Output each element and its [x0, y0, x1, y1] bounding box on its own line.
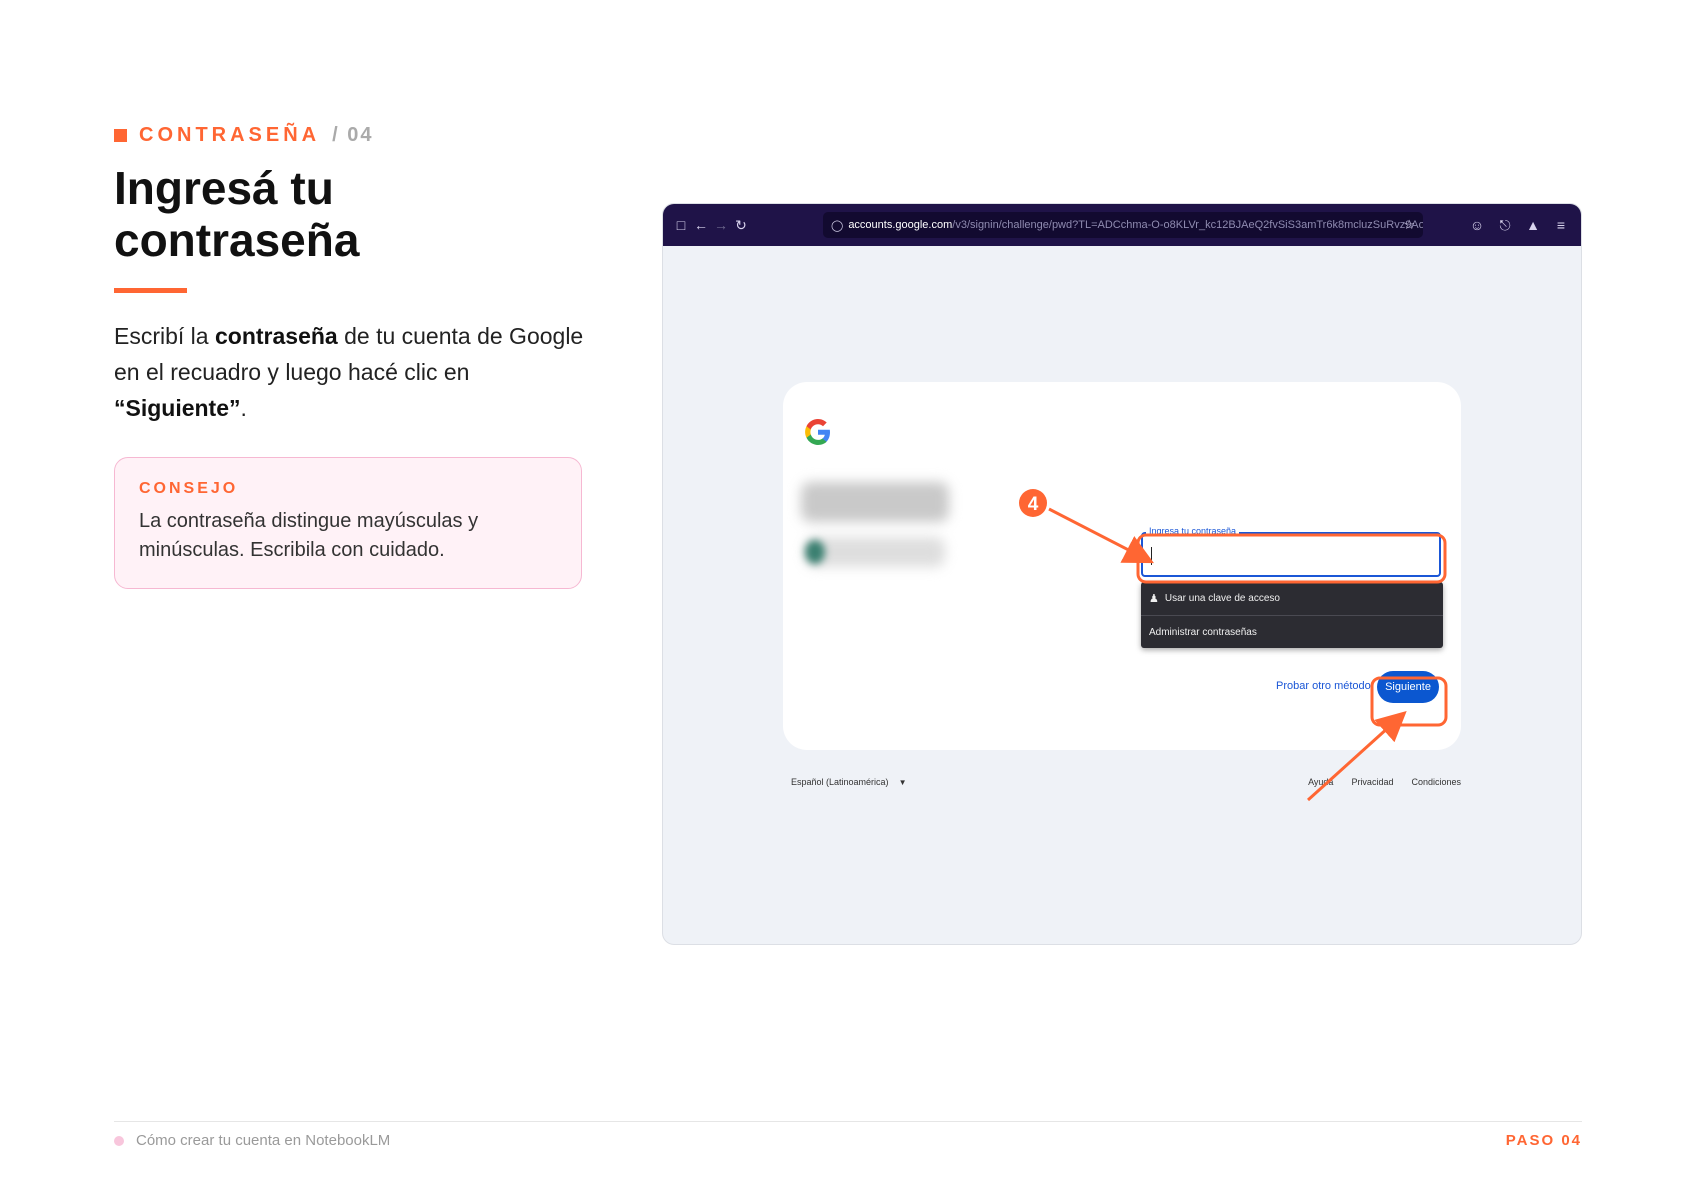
try-another-method-link[interactable]: Probar otro método	[1276, 680, 1371, 692]
browser-toolbar: □ ← → ↻ ◯ accounts.google.com /v3/signin…	[663, 204, 1581, 246]
account-icon[interactable]: ☺	[1467, 217, 1487, 233]
menu-icon[interactable]: ≡	[1551, 217, 1571, 233]
footer-divider	[114, 1121, 1582, 1122]
desc-text-3: .	[240, 395, 247, 421]
title-underline	[114, 288, 187, 293]
tip-label: CONSEJO	[139, 480, 239, 497]
dropdown-item-manage-passwords[interactable]: Administrar contraseñas	[1141, 615, 1443, 648]
dropdown-item-label: Administrar contraseñas	[1149, 626, 1257, 638]
desc-text-1: Escribí la	[114, 323, 215, 349]
footer-links: Ayuda Privacidad Condiciones	[1308, 777, 1461, 787]
privacy-link[interactable]: Privacidad	[1351, 777, 1393, 787]
eyebrow-square-icon	[114, 129, 127, 142]
footer-step-label: PASO 04	[1505, 1132, 1582, 1149]
tip-text: La contraseña distingue mayúsculas y min…	[139, 510, 479, 561]
address-bar[interactable]: ◯ accounts.google.com /v3/signin/challen…	[823, 212, 1423, 238]
dropdown-item-passkey[interactable]: ♟ Usar una clave de acceso	[1141, 582, 1443, 615]
footer-guide: Cómo crear tu cuenta en NotebookLM	[114, 1132, 390, 1149]
toolbar-right-icons: ☺ ⎋ ▲ ≡	[1467, 204, 1571, 246]
extensions-icon[interactable]: ⎋	[1495, 217, 1515, 234]
next-button[interactable]: Siguiente	[1377, 671, 1439, 703]
url-path: /v3/signin/challenge/pwd?TL=ADCchma-O-o8…	[952, 219, 1423, 231]
google-logo-icon	[805, 418, 831, 446]
google-signin-card: Ingresa tu contraseña ♟ Usar una clave d…	[783, 382, 1461, 750]
blurred-avatar	[805, 540, 825, 564]
blurred-account-name	[801, 482, 949, 522]
password-suggestions-dropdown: ♟ Usar una clave de acceso Administrar c…	[1141, 582, 1443, 648]
section-eyebrow: CONTRASEÑA / 04	[114, 124, 373, 147]
blurred-account-email	[805, 537, 945, 567]
reload-icon[interactable]: ↻	[731, 217, 751, 234]
desc-bold-2: “Siguiente”	[114, 395, 241, 421]
browser-screenshot: □ ← → ↻ ◯ accounts.google.com /v3/signin…	[662, 203, 1582, 945]
tabs-icon[interactable]: □	[671, 217, 691, 233]
caret-down-icon: ▼	[898, 778, 907, 787]
password-field-label: Ingresa tu contraseña	[1146, 526, 1240, 536]
help-link[interactable]: Ayuda	[1308, 777, 1333, 787]
footer-dot-icon	[114, 1135, 124, 1146]
dropdown-item-label: Usar una clave de acceso	[1164, 593, 1280, 604]
tracking-protection-icon[interactable]: ▲	[1523, 217, 1543, 233]
language-selector[interactable]: Español (Latinoamérica) ▼	[791, 777, 906, 787]
forward-icon[interactable]: →	[711, 217, 731, 233]
tip-box: CONSEJO La contraseña distingue mayúscul…	[114, 457, 582, 589]
eyebrow-category: CONTRASEÑA	[139, 124, 321, 146]
footer-guide-title: Cómo crear tu cuenta en NotebookLM	[136, 1132, 391, 1149]
passkey-person-icon: ♟	[1149, 593, 1159, 605]
security-shield-icon: ◯	[831, 219, 844, 232]
password-input[interactable]	[1141, 532, 1441, 577]
bookmark-star-icon[interactable]: ☆	[1403, 217, 1415, 233]
page-title: Ingresá tu contraseña	[114, 162, 360, 266]
eyebrow-step-number: / 04	[332, 124, 374, 146]
url-domain: accounts.google.com	[848, 219, 953, 231]
step-description: Escribí la contraseña de tu cuenta de Go…	[114, 318, 594, 426]
back-icon[interactable]: ←	[691, 217, 711, 233]
language-label: Español (Latinoamérica)	[791, 777, 889, 787]
text-cursor	[1151, 547, 1152, 565]
terms-link[interactable]: Condiciones	[1411, 777, 1461, 787]
desc-bold-1: contraseña	[214, 323, 338, 349]
